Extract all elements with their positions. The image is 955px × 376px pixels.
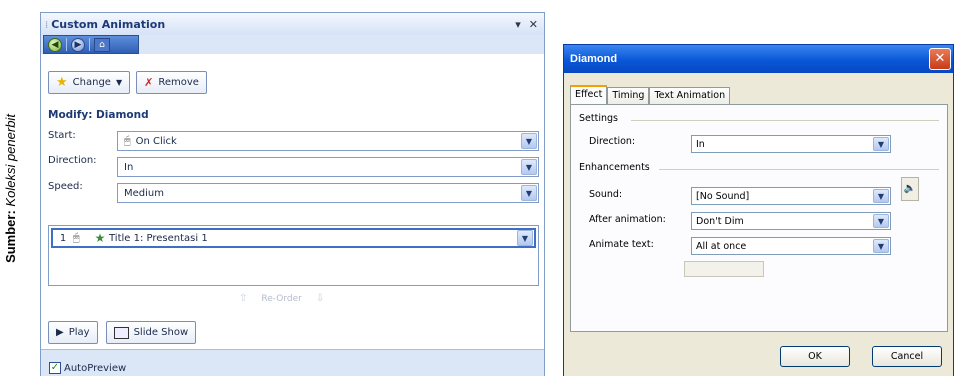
sound-dropdown[interactable]: [No Sound] ▼ [691, 187, 891, 205]
custom-animation-pane: ⁞ Custom Animation ▾ ✕ ◀ ▶ ⌂ ★ Change ▼ ✗… [40, 12, 545, 376]
pane-navigation-bar: ◀ ▶ ⌂ [43, 35, 139, 54]
delay-spinner-disabled [684, 261, 764, 277]
animate-text-dropdown[interactable]: All at once ▼ [691, 237, 891, 255]
home-icon[interactable]: ⌂ [94, 37, 110, 52]
chevron-down-icon[interactable]: ▼ [517, 230, 533, 246]
direction-dropdown[interactable]: In ▼ [117, 157, 539, 177]
enhancements-group-label: Enhancements [579, 162, 650, 173]
modify-heading: Modify: Diamond [48, 109, 149, 121]
animate-text-label: Animate text: [589, 239, 654, 250]
move-down-icon: ⇩ [315, 293, 325, 304]
play-icon: ▶ [56, 327, 64, 338]
grip-icon: ⁞ [45, 19, 49, 31]
reorder-control: ⇧ Re-Order ⇩ [239, 293, 324, 304]
animate-text-value: All at once [696, 240, 747, 252]
remove-button[interactable]: ✗ Remove [136, 71, 207, 94]
after-animation-dropdown[interactable]: Don't Dim ▼ [691, 212, 891, 230]
group-divider [631, 120, 939, 121]
chevron-down-icon[interactable]: ▼ [521, 185, 537, 201]
pane-footer: ✓ AutoPreview [41, 349, 544, 376]
autopreview-checkbox[interactable]: ✓ AutoPreview [49, 362, 126, 374]
start-value: On Click [135, 136, 177, 147]
after-animation-label: After animation: [589, 214, 666, 225]
slideshow-icon [113, 326, 129, 339]
forward-icon[interactable]: ▶ [71, 37, 85, 52]
diamond-dialog: Diamond ✕ Effect Timing Text Animation S… [563, 44, 954, 376]
slide-show-button-label: Slide Show [133, 327, 189, 338]
list-item-label: Title 1: Presentasi 1 [109, 232, 208, 244]
start-dropdown[interactable]: 🖱 On Click ▼ [117, 131, 539, 151]
remove-icon: ✗ [144, 76, 154, 89]
checkmark-icon[interactable]: ✓ [49, 362, 61, 374]
dialog-tabs: Effect Timing Text Animation [570, 85, 731, 105]
direction-value: In [124, 161, 134, 173]
direction-label: Direction: [589, 136, 636, 147]
chevron-down-icon[interactable]: ▼ [873, 137, 889, 151]
play-button[interactable]: ▶ Play [48, 321, 98, 344]
start-label: Start: [48, 130, 76, 141]
sound-label: Sound: [589, 189, 623, 200]
slide-show-button[interactable]: Slide Show [105, 321, 197, 344]
effect-tab-panel: Settings Direction: In ▼ Enhancements So… [570, 104, 948, 332]
dialog-titlebar[interactable]: Diamond ✕ [564, 45, 953, 73]
change-button-label: Change [72, 77, 111, 88]
speed-value: Medium [124, 187, 164, 199]
dialog-title: Diamond [570, 53, 618, 65]
remove-button-label: Remove [158, 77, 199, 88]
reorder-label: Re-Order [261, 293, 302, 304]
caption-source-label: Sumber: [2, 209, 18, 263]
change-button[interactable]: ★ Change ▼ [48, 71, 131, 94]
direction-label: Direction: [48, 155, 97, 166]
speed-label: Speed: [48, 181, 83, 192]
mouse-click-icon: 🖱 [73, 231, 80, 244]
play-button-label: Play [68, 327, 90, 338]
chevron-down-icon[interactable]: ▼ [521, 159, 537, 175]
effect-star-icon: ★ [94, 231, 106, 245]
pane-body: ★ Change ▼ ✗ Remove Modify: Diamond Star… [41, 54, 544, 376]
chevron-down-icon[interactable]: ▼ [873, 239, 889, 253]
pane-titlebar: ⁞ Custom Animation ▾ ✕ [41, 13, 544, 35]
close-icon[interactable]: ✕ [529, 18, 538, 31]
speaker-icon[interactable]: 🔈 [901, 177, 919, 201]
star-icon: ★ [56, 75, 68, 90]
animation-list[interactable]: 1 🖱 ★ Title 1: Presentasi 1 ▼ [48, 225, 539, 286]
pane-menu-icon[interactable]: ▾ [515, 18, 521, 31]
move-up-icon: ⇧ [239, 293, 248, 304]
settings-group-label: Settings [579, 113, 618, 124]
nav-separator [89, 38, 90, 51]
tab-effect[interactable]: Effect [570, 85, 608, 105]
speed-dropdown[interactable]: Medium ▼ [117, 183, 539, 203]
cancel-button[interactable]: Cancel [872, 346, 942, 367]
after-animation-value: Don't Dim [696, 215, 744, 227]
group-divider [659, 169, 939, 170]
back-icon[interactable]: ◀ [48, 37, 62, 52]
chevron-down-icon[interactable]: ▼ [521, 133, 537, 149]
autopreview-label: AutoPreview [64, 362, 127, 374]
list-item-number: 1 [59, 232, 67, 244]
mouse-click-icon: 🖱 [124, 134, 131, 147]
direction-dropdown[interactable]: In ▼ [691, 135, 891, 153]
list-item[interactable]: 1 🖱 ★ Title 1: Presentasi 1 ▼ [51, 228, 536, 248]
chevron-down-icon: ▼ [115, 78, 123, 87]
chevron-down-icon[interactable]: ▼ [873, 214, 889, 228]
tab-text-animation[interactable]: Text Animation [649, 87, 731, 105]
caption-source-value: Koleksi penerbit [2, 113, 18, 207]
pane-title: Custom Animation [51, 17, 166, 31]
source-caption: Sumber: Koleksi penerbit [0, 0, 21, 376]
ok-button[interactable]: OK [780, 346, 850, 367]
nav-separator [66, 38, 67, 51]
chevron-down-icon[interactable]: ▼ [873, 189, 889, 203]
sound-value: [No Sound] [696, 190, 750, 202]
close-icon[interactable]: ✕ [929, 48, 951, 70]
direction-value: In [696, 138, 705, 150]
tab-timing[interactable]: Timing [607, 87, 650, 105]
